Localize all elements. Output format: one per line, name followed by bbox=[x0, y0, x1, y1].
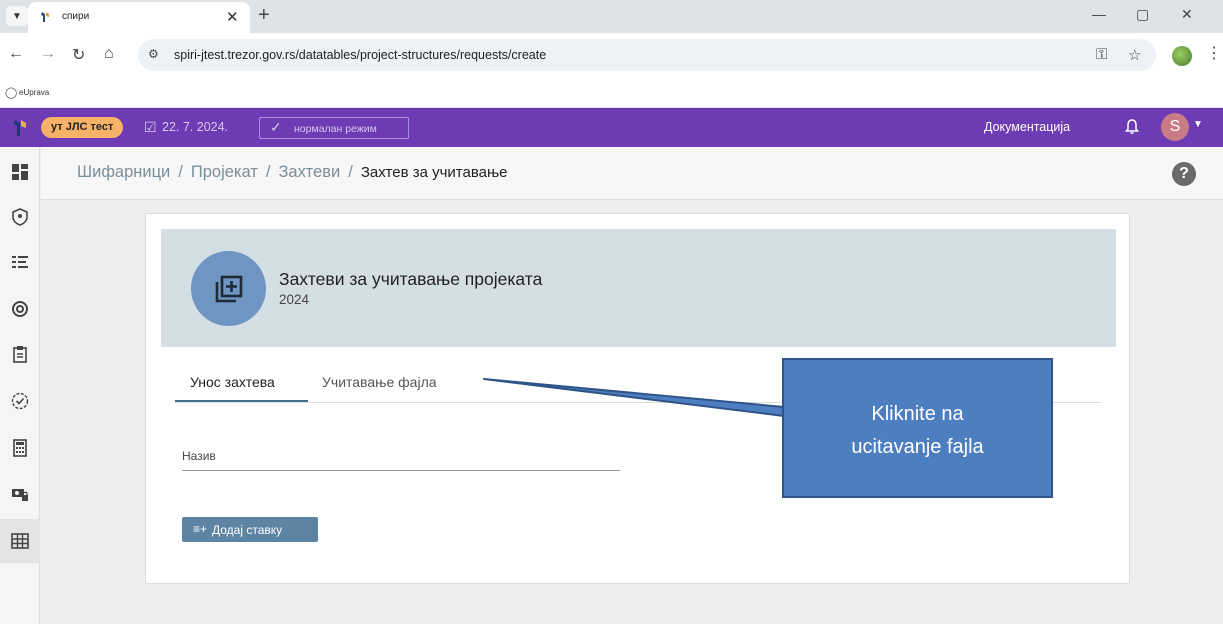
bookmark-globe-icon: ◯ bbox=[5, 87, 18, 99]
home-icon[interactable]: ⌂ bbox=[104, 45, 114, 63]
browser-tab[interactable]: спири ✕ bbox=[28, 2, 250, 33]
sidebar-item-tasks[interactable] bbox=[0, 379, 40, 423]
breadcrumb-item-codebooks[interactable]: Шифарници bbox=[77, 163, 170, 181]
tab-search-chevron-icon[interactable]: ▼ bbox=[6, 6, 28, 26]
mode-label: нормалан режим bbox=[294, 123, 377, 135]
browser-tabstrip: ▼ спири ✕ + — ▢ ✕ bbox=[0, 0, 1223, 33]
page-hero: Захтеви за учитавање пројеката 2024 bbox=[161, 229, 1116, 347]
bookmark-euprava[interactable]: eUprava bbox=[19, 88, 49, 97]
add-item-label: Додај ставку bbox=[212, 523, 283, 537]
breadcrumb-item-project[interactable]: Пројекат bbox=[191, 163, 258, 181]
calendar-icon: ☑ bbox=[144, 119, 157, 135]
callout-line-2: ucitavanje fajla bbox=[851, 436, 984, 458]
breadcrumb-separator: / bbox=[348, 163, 353, 181]
sidebar-item-clipboard[interactable] bbox=[0, 332, 40, 376]
window-close-icon[interactable]: ✕ bbox=[1181, 6, 1193, 23]
password-key-icon[interactable]: ⚿ bbox=[1096, 46, 1107, 63]
sidebar-item-cycle[interactable] bbox=[0, 287, 40, 331]
breadcrumb: Шифарници / Пројекат / Захтеви / Захтев за учи… bbox=[77, 163, 508, 182]
name-field-label: Назив bbox=[182, 449, 216, 463]
page-subtitle-year: 2024 bbox=[279, 292, 310, 307]
address-bar[interactable]: ⚙ spiri-jtest.trezor.gov.rs/datatables/p… bbox=[138, 39, 1156, 71]
payment-lock-icon bbox=[12, 489, 28, 501]
tab-title: спири bbox=[62, 11, 90, 22]
add-copy-icon bbox=[215, 275, 242, 302]
sidebar-item-list[interactable] bbox=[0, 240, 40, 284]
callout-text: Kliknite na ucitavanje fajla bbox=[784, 398, 1051, 464]
reload-icon[interactable]: ↻ bbox=[72, 45, 85, 65]
user-avatar[interactable]: S bbox=[1161, 113, 1189, 141]
active-tab-indicator bbox=[175, 400, 308, 402]
table-icon bbox=[11, 533, 29, 549]
shield-icon bbox=[12, 208, 28, 226]
sidebar-item-dashboard[interactable] bbox=[0, 150, 40, 194]
notification-bell-icon[interactable] bbox=[1124, 117, 1140, 137]
breadcrumb-bar: Шифарници / Пројекат / Захтеви / Захтев за учи… bbox=[41, 147, 1223, 200]
breadcrumb-current: Захтев за учитавање bbox=[360, 164, 508, 181]
sidebar-item-calculator[interactable] bbox=[0, 426, 40, 470]
bookmarks-bar: ◯ eUprava bbox=[0, 78, 1223, 108]
mode-indicator: ✓ нормалан режим bbox=[259, 117, 409, 139]
callout-box: Kliknite na ucitavanje fajla bbox=[782, 358, 1053, 498]
page-title: Захтеви за учитавање пројеката bbox=[279, 269, 543, 289]
site-settings-icon[interactable]: ⚙ bbox=[148, 47, 159, 61]
breadcrumb-separator: / bbox=[265, 163, 271, 181]
site-favicon-icon bbox=[41, 12, 49, 22]
browser-menu-icon[interactable]: ⋮ bbox=[1206, 43, 1222, 63]
app-logo-icon[interactable] bbox=[12, 118, 28, 138]
forward-icon[interactable]: → bbox=[40, 45, 56, 63]
app-header: ут ЈЛС тест ☑ 22. 7. 2024. ✓ нормалан ре… bbox=[0, 108, 1223, 147]
playlist-add-icon: ≡+ bbox=[193, 522, 208, 536]
bookmark-star-icon[interactable]: ☆ bbox=[1128, 46, 1141, 64]
clipboard-icon bbox=[13, 346, 27, 363]
hero-icon-circle bbox=[191, 251, 266, 326]
new-tab-icon[interactable]: + bbox=[258, 4, 270, 27]
sidebar-item-security[interactable] bbox=[0, 195, 40, 239]
calculator-icon bbox=[13, 439, 27, 457]
tab-request-entry[interactable]: Унос захтева bbox=[190, 374, 275, 390]
sidebar-item-datatables[interactable] bbox=[0, 519, 40, 563]
documentation-link[interactable]: Документација bbox=[984, 120, 1070, 134]
circular-arrows-icon bbox=[12, 301, 28, 317]
maximize-icon[interactable]: ▢ bbox=[1136, 6, 1149, 23]
sidebar-item-payments[interactable] bbox=[0, 472, 40, 516]
check-circle-icon bbox=[11, 392, 29, 410]
minimize-icon[interactable]: — bbox=[1092, 6, 1106, 22]
tab-close-icon[interactable]: ✕ bbox=[226, 8, 239, 26]
add-item-button[interactable]: ≡+ Додај ставку bbox=[182, 517, 318, 542]
url-text[interactable]: spiri-jtest.trezor.gov.rs/datatables/pro… bbox=[174, 48, 546, 62]
current-date: 22. 7. 2024. bbox=[162, 120, 229, 134]
checkmark-icon: ✓ bbox=[270, 119, 282, 135]
breadcrumb-separator: / bbox=[178, 163, 183, 181]
chevron-down-icon[interactable]: ▼ bbox=[1193, 119, 1203, 130]
callout-line-1: Kliknite na bbox=[871, 403, 964, 425]
back-icon[interactable]: ← bbox=[8, 45, 24, 63]
tab-file-upload[interactable]: Учитавање фајла bbox=[322, 374, 437, 390]
environment-badge: ут ЈЛС тест bbox=[41, 117, 124, 138]
dashboard-icon bbox=[12, 164, 28, 180]
browser-profile-avatar[interactable] bbox=[1172, 46, 1192, 66]
help-icon[interactable]: ? bbox=[1172, 162, 1196, 186]
sidebar bbox=[0, 147, 40, 624]
browser-toolbar: ← → ↻ ⌂ ⚙ spiri-jtest.trezor.gov.rs/data… bbox=[0, 33, 1223, 78]
breadcrumb-item-requests[interactable]: Захтеви bbox=[278, 163, 340, 181]
list-icon bbox=[12, 256, 28, 268]
name-input[interactable] bbox=[182, 470, 620, 471]
